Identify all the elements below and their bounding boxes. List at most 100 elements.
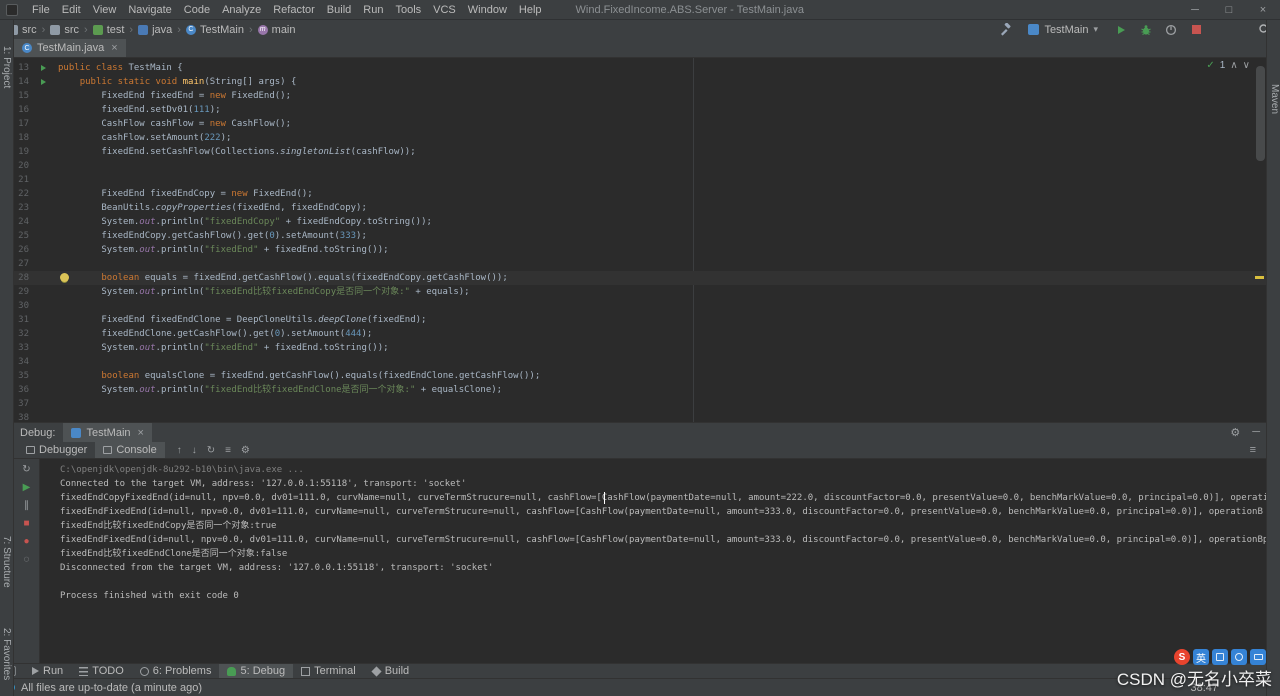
run-line-icon[interactable]	[41, 65, 46, 71]
line-number[interactable]: 29	[14, 285, 34, 299]
toolwindow-button-problems[interactable]: 6: Problems	[132, 664, 220, 678]
close-tab-icon[interactable]: ×	[111, 42, 117, 54]
console-line[interactable]: fixedEndFixedEnd(id=null, npv=0.0, dv01=…	[60, 505, 1266, 519]
line-number[interactable]: 20	[14, 159, 34, 173]
close-button[interactable]: ×	[1246, 0, 1280, 20]
intention-bulb-icon[interactable]	[60, 273, 69, 282]
line-number[interactable]: 21	[14, 173, 34, 187]
run-button[interactable]	[1113, 22, 1129, 38]
ime-tools-icon[interactable]	[1231, 649, 1247, 665]
debug-tab-console[interactable]: Console	[95, 442, 165, 458]
stop-button[interactable]	[1188, 22, 1204, 38]
close-session-icon[interactable]: ×	[138, 427, 144, 439]
console-line[interactable]: fixedEnd比较fixedEndClone是否同一个对象:false	[60, 547, 1266, 561]
code-line-37[interactable]: 37	[14, 397, 1266, 411]
menu-window[interactable]: Window	[462, 4, 513, 16]
debug-button[interactable]	[1138, 22, 1154, 38]
mute-breakpoints-icon[interactable]: ◌	[24, 555, 30, 565]
code-line-30[interactable]: 30	[14, 299, 1266, 313]
stop-icon[interactable]: ■	[23, 519, 29, 529]
menu-refactor[interactable]: Refactor	[267, 4, 321, 16]
line-number[interactable]: 23	[14, 201, 34, 215]
ime-keyboard-icon[interactable]	[1212, 649, 1228, 665]
code-line-18[interactable]: 18 cashFlow.setAmount(222);	[14, 131, 1266, 145]
ime-panel-icon[interactable]	[1250, 649, 1266, 665]
rerun-icon[interactable]: ↻	[22, 465, 30, 475]
minimize-button[interactable]: ─	[1178, 0, 1212, 20]
ime-logo-icon[interactable]: S	[1174, 649, 1190, 665]
line-number[interactable]: 14	[14, 75, 34, 89]
console-line[interactable]: Process finished with exit code 0	[60, 589, 1266, 603]
code-line-38[interactable]: 38	[14, 411, 1266, 422]
menu-analyze[interactable]: Analyze	[216, 4, 267, 16]
code-line-28[interactable]: 28 boolean equals = fixedEnd.getCashFlow…	[14, 271, 1266, 285]
breadcrumb-item-main[interactable]: m main	[257, 24, 296, 36]
run-line-icon[interactable]	[41, 79, 46, 85]
menu-vcs[interactable]: VCS	[427, 4, 462, 16]
breadcrumb-item-src[interactable]: src	[50, 24, 79, 36]
code-line-14[interactable]: 14 public static void main(String[] args…	[14, 75, 1266, 89]
console-line[interactable]: C:\openjdk\openjdk-8u292-b10\bin\java.ex…	[60, 463, 1266, 477]
console-line[interactable]	[60, 575, 1266, 589]
breadcrumb-item-test[interactable]: test	[92, 24, 124, 36]
line-number[interactable]: 24	[14, 215, 34, 229]
line-number[interactable]: 25	[14, 229, 34, 243]
line-number[interactable]: 38	[14, 411, 34, 422]
code-line-32[interactable]: 32 fixedEndClone.getCashFlow().get(0).se…	[14, 327, 1266, 341]
sidebar-item-project[interactable]: 1: Project	[1, 46, 12, 88]
code-line-36[interactable]: 36 System.out.println("fixedEnd比较fixedEn…	[14, 383, 1266, 397]
code-line-17[interactable]: 17 CashFlow cashFlow = new CashFlow();	[14, 117, 1266, 131]
code-line-25[interactable]: 25 fixedEndCopy.getCashFlow().get(0).set…	[14, 229, 1266, 243]
hide-panel-icon[interactable]: ─	[1252, 426, 1260, 439]
line-number[interactable]: 33	[14, 341, 34, 355]
code-line-22[interactable]: 22 FixedEnd fixedEndCopy = new FixedEnd(…	[14, 187, 1266, 201]
console-settings-icon[interactable]: ⚙	[241, 445, 250, 456]
line-number[interactable]: 31	[14, 313, 34, 327]
line-number[interactable]: 13	[14, 61, 34, 75]
menu-view[interactable]: View	[87, 4, 123, 16]
ime-language-button[interactable]: 英	[1193, 649, 1209, 665]
maximize-button[interactable]: □	[1212, 0, 1246, 20]
line-number[interactable]: 16	[14, 103, 34, 117]
line-number[interactable]: 28	[14, 271, 34, 285]
console-line[interactable]: fixedEnd比较fixedEndCopy是否同一个对象:true	[60, 519, 1266, 533]
code-line-23[interactable]: 23 BeanUtils.copyProperties(fixedEnd, fi…	[14, 201, 1266, 215]
code-line-24[interactable]: 24 System.out.println("fixedEndCopy" + f…	[14, 215, 1266, 229]
code-line-20[interactable]: 20	[14, 159, 1266, 173]
run-config-select[interactable]: TestMain ▾	[1022, 23, 1104, 37]
code-line-35[interactable]: 35 boolean equalsClone = fixedEnd.getCas…	[14, 369, 1266, 383]
line-number[interactable]: 37	[14, 397, 34, 411]
toolwindow-button-run[interactable]: Run	[24, 664, 71, 678]
line-number[interactable]: 27	[14, 257, 34, 271]
code-line-33[interactable]: 33 System.out.println("fixedEnd" + fixed…	[14, 341, 1266, 355]
menu-tools[interactable]: Tools	[389, 4, 427, 16]
breadcrumb-item-TestMain[interactable]: C TestMain	[185, 24, 244, 36]
menu-run[interactable]: Run	[357, 4, 389, 16]
menu-navigate[interactable]: Navigate	[122, 4, 177, 16]
sidebar-item-structure[interactable]: 7: Structure	[1, 536, 12, 588]
restore-layout-icon[interactable]: ↻	[207, 445, 215, 456]
line-number[interactable]: 34	[14, 355, 34, 369]
console-line[interactable]: fixedEndCopyFixedEnd(id=null, npv=0.0, d…	[60, 491, 1266, 505]
view-breakpoints-icon[interactable]: ●	[23, 537, 29, 547]
menu-edit[interactable]: Edit	[56, 4, 87, 16]
debug-session-tab[interactable]: TestMain ×	[63, 423, 152, 442]
line-number[interactable]: 15	[14, 89, 34, 103]
line-number[interactable]: 18	[14, 131, 34, 145]
breadcrumb-item-java[interactable]: java	[138, 24, 172, 36]
up-stack-icon[interactable]: ↑	[177, 445, 182, 456]
code-line-27[interactable]: 27	[14, 257, 1266, 271]
code-line-15[interactable]: 15 FixedEnd fixedEnd = new FixedEnd();	[14, 89, 1266, 103]
next-problem-icon[interactable]: ∨	[1243, 60, 1250, 71]
code-line-21[interactable]: 21	[14, 173, 1266, 187]
menu-build[interactable]: Build	[321, 4, 357, 16]
menu-help[interactable]: Help	[513, 4, 548, 16]
line-number[interactable]: 19	[14, 145, 34, 159]
code-line-34[interactable]: 34	[14, 355, 1266, 369]
line-number[interactable]: 30	[14, 299, 34, 313]
warning-stripe-mark[interactable]	[1255, 276, 1264, 279]
sidebar-item-favorites[interactable]: 2: Favorites	[1, 628, 12, 680]
line-number[interactable]: 32	[14, 327, 34, 341]
line-number[interactable]: 35	[14, 369, 34, 383]
line-number[interactable]: 36	[14, 383, 34, 397]
